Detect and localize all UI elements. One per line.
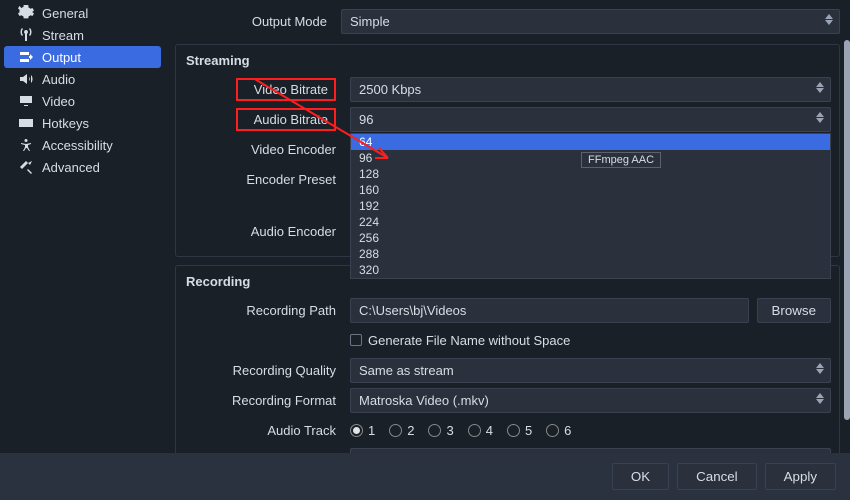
recording-section: Recording Recording Path C:\Users\bj\Vid… [175,265,840,453]
footer: OK Cancel Apply [0,453,850,500]
audio-track-radio[interactable]: 3 [428,423,453,438]
stepper-icon[interactable] [816,82,824,93]
audio-bitrate-label: Audio Bitrate [236,108,336,131]
audio-bitrate-dropdown: FFmpeg AAC 64 96 128 160 192 224 256 288… [350,133,831,279]
video-bitrate-label: Video Bitrate [236,78,336,101]
audio-encoder-label: Audio Encoder [184,224,344,239]
custom-muxer-input[interactable] [350,448,831,454]
encoder-tooltip: FFmpeg AAC [581,152,661,168]
sidebar: General Stream Output Audio Video Hotkey… [0,0,165,453]
sidebar-item-label: Hotkeys [42,116,89,131]
streaming-section: Streaming Video Bitrate 2500 Kbps Audio … [175,44,840,257]
streaming-title: Streaming [184,45,831,74]
browse-button[interactable]: Browse [757,298,831,323]
output-mode-row: Output Mode Simple [175,6,840,36]
chevrons-icon [816,112,824,123]
sidebar-item-label: Advanced [42,160,100,175]
output-icon [18,49,34,65]
recording-path-label: Recording Path [184,303,344,318]
sidebar-item-general[interactable]: General [0,2,165,24]
recording-format-label: Recording Format [184,393,344,408]
audio-track-radio[interactable]: 4 [468,423,493,438]
gen-filename-label: Generate File Name without Space [368,333,570,348]
recording-path-input[interactable]: C:\Users\bj\Videos [350,298,749,323]
sidebar-item-label: Accessibility [42,138,113,153]
sidebar-item-label: Stream [42,28,84,43]
output-mode-label: Output Mode [175,14,335,29]
recording-quality-select[interactable]: Same as stream [350,358,831,383]
content: Output Mode Simple Streaming Video Bitra… [165,0,850,453]
audio-track-radio[interactable]: 6 [546,423,571,438]
chevrons-icon [816,393,824,404]
keyboard-icon [18,115,34,131]
audio-track-radio[interactable]: 5 [507,423,532,438]
chevrons-icon [825,14,833,25]
monitor-icon [18,93,34,109]
dropdown-option[interactable]: 160 [351,182,830,198]
sidebar-item-label: Video [42,94,75,109]
sidebar-item-accessibility[interactable]: Accessibility [0,134,165,156]
sidebar-item-label: Audio [42,72,75,87]
cancel-button[interactable]: Cancel [677,463,757,490]
sidebar-item-advanced[interactable]: Advanced [0,156,165,178]
tools-icon [18,159,34,175]
dropdown-option[interactable]: 192 [351,198,830,214]
dropdown-option[interactable]: 320 [351,262,830,278]
sidebar-item-audio[interactable]: Audio [0,68,165,90]
sidebar-item-label: General [42,6,88,21]
video-encoder-label: Video Encoder [184,142,344,157]
sidebar-item-label: Output [42,50,81,65]
gen-filename-checkbox[interactable] [350,334,362,346]
output-mode-select[interactable]: Simple [341,9,840,34]
sidebar-item-output[interactable]: Output [4,46,161,68]
chevrons-icon [816,363,824,374]
antenna-icon [18,27,34,43]
dropdown-option[interactable]: 64 [351,134,830,150]
audio-track-radio[interactable]: 2 [389,423,414,438]
dropdown-option[interactable]: 128 [351,166,830,182]
dropdown-option[interactable]: 288 [351,246,830,262]
scrollbar[interactable] [844,40,850,420]
sidebar-item-stream[interactable]: Stream [0,24,165,46]
sidebar-item-hotkeys[interactable]: Hotkeys [0,112,165,134]
encoder-preset-label: Encoder Preset [184,172,344,187]
video-bitrate-input[interactable]: 2500 Kbps [350,77,831,102]
ok-button[interactable]: OK [612,463,669,490]
speaker-icon [18,71,34,87]
audio-track-label: Audio Track [184,423,344,438]
audio-track-radio[interactable]: 1 [350,423,375,438]
accessibility-icon [18,137,34,153]
dropdown-option[interactable]: 224 [351,214,830,230]
dropdown-option[interactable]: 256 [351,230,830,246]
recording-format-select[interactable]: Matroska Video (.mkv) [350,388,831,413]
gear-icon [18,5,34,21]
custom-muxer-label: Custom Muxer Settings [184,453,344,454]
apply-button[interactable]: Apply [765,463,836,490]
audio-bitrate-select[interactable]: 96 [350,107,831,132]
audio-track-radios: 1 2 3 4 5 6 [350,423,831,438]
sidebar-item-video[interactable]: Video [0,90,165,112]
recording-quality-label: Recording Quality [184,363,344,378]
